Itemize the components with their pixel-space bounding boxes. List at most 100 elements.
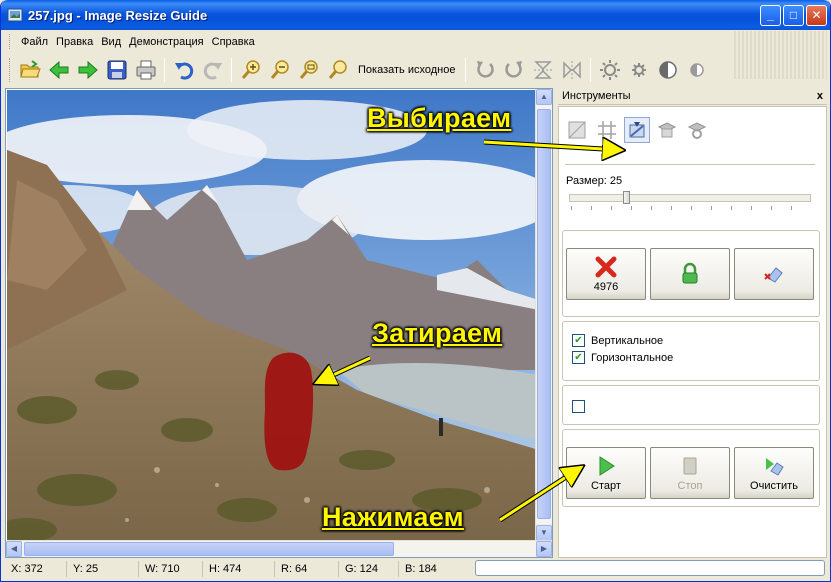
zoom-out-icon[interactable] xyxy=(267,57,292,83)
maximize-button[interactable]: □ xyxy=(783,5,804,26)
settings-icon[interactable] xyxy=(626,57,651,83)
menu-view[interactable]: Вид xyxy=(97,36,125,48)
annotation-press: Нажимаем xyxy=(322,502,464,532)
scroll-right-button[interactable]: ▶ xyxy=(536,541,552,557)
vertical-checkbox-box[interactable]: ✔ xyxy=(572,334,585,347)
eraser-button[interactable] xyxy=(734,248,814,300)
flip-horizontal-icon[interactable] xyxy=(559,57,584,83)
title-bar[interactable]: 257.jpg - Image Resize Guide _ □ ✕ xyxy=(1,0,830,30)
menu-file[interactable]: Файл xyxy=(17,36,52,48)
horizontal-scrollbar[interactable]: ◀ ▶ xyxy=(6,540,552,557)
toolbar-separator xyxy=(164,57,165,82)
eraser-icon xyxy=(764,267,783,283)
close-button[interactable]: ✕ xyxy=(806,5,827,26)
hat-mode-icon[interactable] xyxy=(654,117,680,143)
tools-panel-body: Размер: 25 4976 ✔ Вертикальное ✔ Горизон… xyxy=(558,106,827,558)
size-label: Размер: 25 xyxy=(566,175,623,187)
flip-vertical-icon[interactable] xyxy=(530,57,555,83)
show-original-button[interactable]: Показать исходное xyxy=(352,64,461,76)
undo-icon[interactable] xyxy=(171,57,196,83)
save-icon[interactable] xyxy=(104,57,129,83)
gear-hat-icon[interactable] xyxy=(684,117,710,143)
tools-panel-header: Инструменты x xyxy=(558,88,827,105)
minimize-button[interactable]: _ xyxy=(760,5,781,26)
stop-icon xyxy=(683,457,697,475)
scroll-down-button[interactable]: ▼ xyxy=(536,525,552,541)
scroll-left-button[interactable]: ◀ xyxy=(6,541,22,557)
size-slider-thumb[interactable] xyxy=(623,191,630,204)
clear-button[interactable]: Очистить xyxy=(734,447,814,499)
horizontal-checkbox-box[interactable]: ✔ xyxy=(572,351,585,364)
zoom-fit-icon[interactable] xyxy=(296,57,321,83)
protect-button[interactable] xyxy=(650,248,730,300)
option-group xyxy=(562,385,820,425)
stop-label: Стоп xyxy=(677,480,703,492)
mode-selector xyxy=(564,117,710,143)
status-x: X: 372 xyxy=(5,561,67,577)
menu-edit[interactable]: Правка xyxy=(52,36,97,48)
status-g: G: 124 xyxy=(339,561,399,577)
app-icon xyxy=(7,8,23,22)
toolbar-separator xyxy=(590,57,592,82)
panel-close-button[interactable]: x xyxy=(817,90,823,102)
toolbar-grip xyxy=(9,57,12,82)
direction-group: ✔ Вертикальное ✔ Горизонтальное xyxy=(562,321,820,381)
open-folder-icon[interactable] xyxy=(17,57,42,83)
vertical-scrollbar[interactable]: ▲ ▼ xyxy=(535,89,552,541)
stop-button[interactable]: Стоп xyxy=(650,447,730,499)
start-button[interactable]: Старт xyxy=(566,447,646,499)
status-bar: X: 372 Y: 25 W: 710 H: 474 R: 64 G: 124 … xyxy=(5,559,827,579)
play-icon xyxy=(599,456,615,476)
progress-bar xyxy=(475,560,825,576)
menu-demo[interactable]: Демонстрация xyxy=(125,36,208,48)
status-r: R: 64 xyxy=(275,561,339,577)
menu-grip xyxy=(9,34,12,49)
run-group: Старт Стоп Очистить xyxy=(562,429,820,507)
menu-bar: Файл Правка Вид Демонстрация Справка xyxy=(5,31,827,79)
photo-canvas[interactable] xyxy=(7,90,539,542)
rotate-right-icon[interactable] xyxy=(501,57,526,83)
mask-pixel-count: 4976 xyxy=(593,281,619,293)
zoom-actual-icon[interactable] xyxy=(325,57,350,83)
annotation-erase: Затираем xyxy=(372,318,503,348)
panel-divider xyxy=(565,164,815,165)
status-w: W: 710 xyxy=(139,561,203,577)
lock-icon xyxy=(682,262,698,284)
print-icon[interactable] xyxy=(133,57,158,83)
toolbar-separator xyxy=(231,57,232,82)
menu-help[interactable]: Справка xyxy=(208,36,259,48)
scroll-up-button[interactable]: ▲ xyxy=(536,89,552,105)
tools-panel-title: Инструменты xyxy=(562,90,631,102)
red-x-icon xyxy=(595,256,617,278)
contrast-icon[interactable] xyxy=(655,57,680,83)
action-group: 4976 xyxy=(562,230,820,317)
redo-icon[interactable] xyxy=(200,57,225,83)
clear-label: Очистить xyxy=(750,480,798,492)
forward-arrow-icon[interactable] xyxy=(75,57,100,83)
extra-checkbox[interactable] xyxy=(572,400,585,413)
clear-mask-count-button[interactable]: 4976 xyxy=(566,248,646,300)
app-window: 257.jpg - Image Resize Guide _ □ ✕ Файл … xyxy=(0,0,831,582)
half-tone-icon[interactable] xyxy=(684,57,709,83)
horizontal-checkbox[interactable]: ✔ Горизонтальное xyxy=(572,351,673,364)
size-slider-ticks xyxy=(571,206,811,210)
clear-eraser-icon xyxy=(766,458,784,476)
rotate-left-icon[interactable] xyxy=(472,57,497,83)
grid-icon[interactable] xyxy=(594,117,620,143)
tools-panel: Инструменты x Размер: 25 4976 ✔ Вертикал… xyxy=(558,88,827,558)
status-h: H: 474 xyxy=(203,561,275,577)
status-b: B: 184 xyxy=(405,563,437,575)
extra-checkbox-box[interactable] xyxy=(572,400,585,413)
zoom-in-icon[interactable] xyxy=(238,57,263,83)
vertical-scroll-thumb[interactable] xyxy=(537,109,551,519)
horizontal-scroll-thumb[interactable] xyxy=(24,542,394,556)
eraser-mode-icon[interactable] xyxy=(624,117,650,143)
vertical-checkbox-label: Вертикальное xyxy=(591,334,664,347)
brightness-icon[interactable] xyxy=(597,57,622,83)
vertical-checkbox[interactable]: ✔ Вертикальное xyxy=(572,334,663,347)
status-y: Y: 25 xyxy=(67,561,139,577)
crop-icon[interactable] xyxy=(564,117,590,143)
back-arrow-icon[interactable] xyxy=(46,57,71,83)
size-slider-track[interactable] xyxy=(569,194,811,202)
window-title: 257.jpg - Image Resize Guide xyxy=(28,8,208,23)
